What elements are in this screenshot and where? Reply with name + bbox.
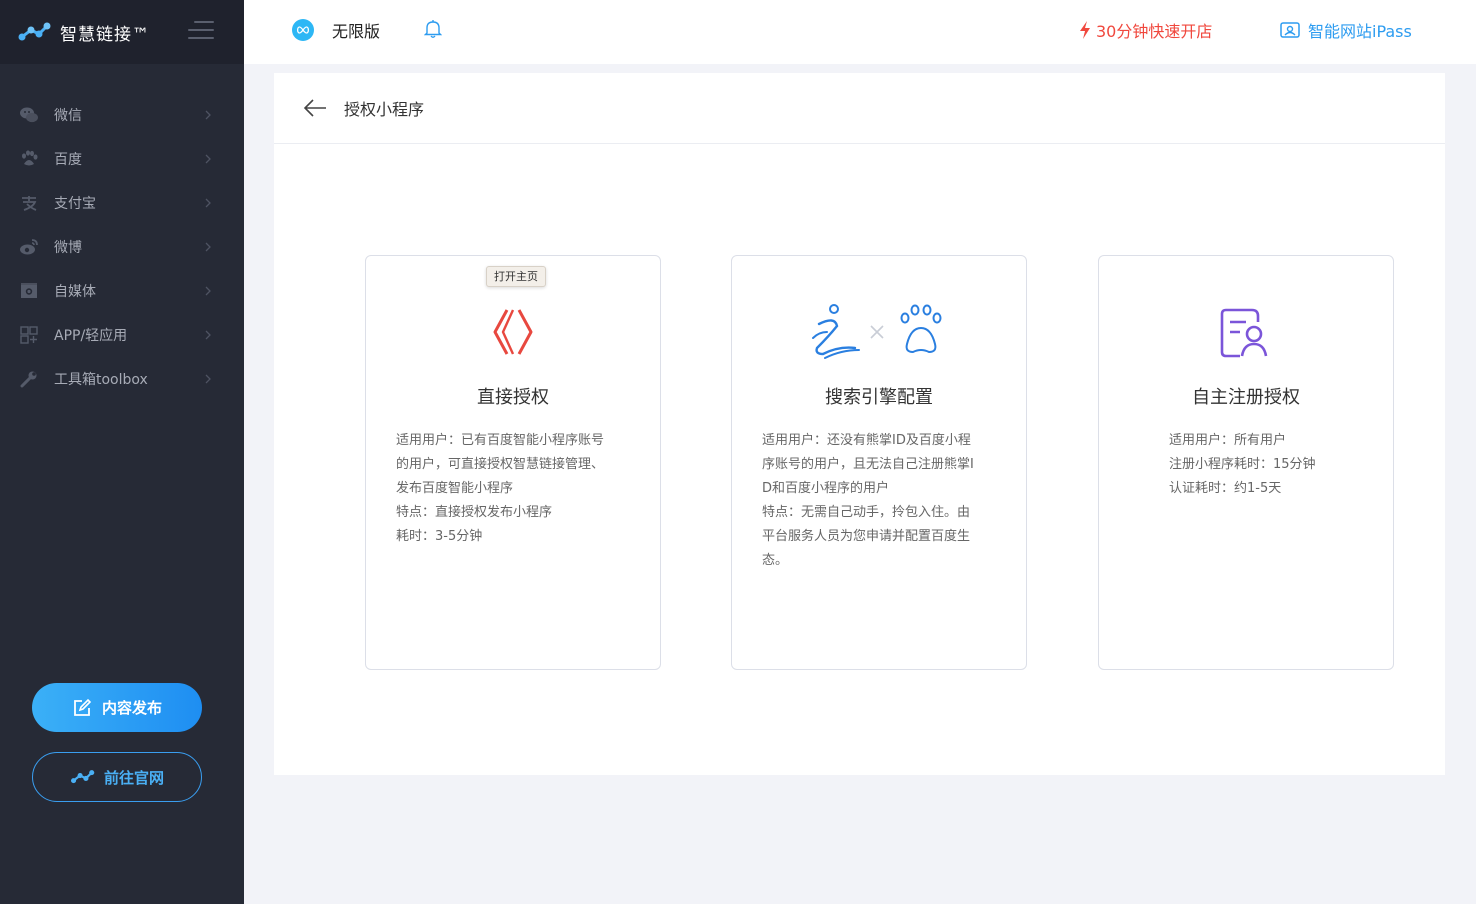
desc-line: 发布百度智能小程序 xyxy=(396,481,514,496)
desc-line: 适用用户：已有百度智能小程序账号 xyxy=(396,433,605,448)
fast-open-shop-link[interactable]: 30分钟快速开店 xyxy=(1078,18,1212,42)
chevron-right-icon xyxy=(205,374,211,384)
desc-line: 序账号的用户，且无法自己注册熊掌I xyxy=(762,457,974,472)
sidebar-item-wechat[interactable]: 微信 xyxy=(0,93,244,137)
bell-icon[interactable] xyxy=(424,19,442,39)
fast-open-label: 30分钟快速开店 xyxy=(1096,22,1213,41)
logo-icon xyxy=(18,22,51,41)
card-title: 搜索引擎配置 xyxy=(825,387,933,408)
card-description: 适用用户：所有用户 注册小程序耗时：15分钟 认证耗时：约1-5天 xyxy=(1169,429,1405,501)
card-search-engine-config[interactable]: 搜索引擎配置 适用用户：还没有熊掌ID及百度小程 序账号的用户，且无法自己注册熊… xyxy=(731,255,1027,670)
desc-line: 适用用户：所有用户 xyxy=(1169,433,1287,448)
ipass-link[interactable]: 智能网站iPass xyxy=(1280,18,1412,42)
sidebar-item-weibo[interactable]: 微博 xyxy=(0,225,244,269)
sidebar-item-label: 支付宝 xyxy=(54,196,96,212)
sidebar-item-label: 微信 xyxy=(54,108,82,124)
card-direct-authorize[interactable]: 打开主页 直接授权 适用用户：已有百度智能小程序账号 的用户，可直接授权智慧链接… xyxy=(365,255,661,670)
sidebar: 智慧链接™ 微信 百度 支付宝 微博 自媒体 APP/轻应用 工具箱toolbo… xyxy=(0,0,244,904)
logo-icon xyxy=(70,770,95,784)
desc-line: 认证耗时：约1-5天 xyxy=(1169,481,1282,496)
desc-line: 耗时：3-5分钟 xyxy=(396,529,483,544)
desc-line: 的用户，可直接授权智慧链接管理、 xyxy=(396,457,605,472)
chevron-right-icon xyxy=(205,154,211,164)
card-description: 适用用户：还没有熊掌ID及百度小程 序账号的用户，且无法自己注册熊掌I D和百度… xyxy=(762,429,998,573)
user-form-icon xyxy=(1099,302,1393,362)
wechat-icon xyxy=(18,104,40,126)
desc-line: D和百度小程序的用户 xyxy=(762,481,890,496)
bear-paw-icon xyxy=(732,302,1026,362)
desc-line: 特点：直接授权发布小程序 xyxy=(396,505,553,520)
version-label: 无限版 xyxy=(332,22,381,41)
chevron-right-icon xyxy=(205,286,211,296)
infinity-icon xyxy=(292,19,314,41)
alipay-icon xyxy=(18,192,40,214)
chevron-right-icon xyxy=(205,330,211,340)
menu-toggle-icon[interactable] xyxy=(188,21,214,41)
desc-line: 适用用户：还没有熊掌ID及百度小程 xyxy=(762,433,971,448)
chevron-right-icon xyxy=(205,110,211,120)
panel-header: 授权小程序 xyxy=(274,73,1445,144)
publish-content-button[interactable]: 内容发布 xyxy=(32,683,202,732)
direct-authorize-icon xyxy=(366,302,660,362)
ipass-label: 智能网站iPass xyxy=(1308,22,1412,41)
version-indicator: 无限版 xyxy=(292,18,380,42)
official-site-button[interactable]: 前往官网 xyxy=(32,752,202,802)
desc-line: 特点：无需自己动手，拎包入住。由 xyxy=(762,505,971,520)
desc-line: 平台服务人员为您申请并配置百度生 xyxy=(762,529,971,544)
card-description: 适用用户：已有百度智能小程序账号 的用户，可直接授权智慧链接管理、 发布百度智能… xyxy=(396,429,632,549)
chevron-right-icon xyxy=(205,198,211,208)
sidebar-item-label: 工具箱toolbox xyxy=(54,372,148,388)
main-panel: 授权小程序 打开主页 直接授权 适用用户：已有百度智能小程序账号 的用户，可直接… xyxy=(274,73,1445,775)
page-title: 授权小程序 xyxy=(344,100,425,119)
card-title: 自主注册授权 xyxy=(1192,387,1300,408)
sidebar-item-label: 自媒体 xyxy=(54,284,96,300)
desc-line: 注册小程序耗时：15分钟 xyxy=(1169,457,1316,472)
sidebar-item-alipay[interactable]: 支付宝 xyxy=(0,181,244,225)
sidebar-item-app[interactable]: APP/轻应用 xyxy=(0,313,244,357)
app-grid-icon xyxy=(18,324,40,346)
sidebar-header: 智慧链接™ xyxy=(0,0,244,64)
sidebar-item-label: APP/轻应用 xyxy=(54,328,128,344)
open-homepage-tooltip: 打开主页 xyxy=(486,266,546,287)
chevron-right-icon xyxy=(205,242,211,252)
top-bar: 无限版 30分钟快速开店 智能网站iPass xyxy=(244,0,1476,64)
weibo-icon xyxy=(18,236,40,258)
sidebar-item-media[interactable]: 自媒体 xyxy=(0,269,244,313)
sidebar-nav: 微信 百度 支付宝 微博 自媒体 APP/轻应用 工具箱toolbox xyxy=(0,93,244,401)
card-title: 直接授权 xyxy=(477,387,549,408)
profile-card-icon xyxy=(1280,22,1300,38)
card-self-register-authorize[interactable]: 自主注册授权 适用用户：所有用户 注册小程序耗时：15分钟 认证耗时：约1-5天 xyxy=(1098,255,1394,670)
brand-name: 智慧链接™ xyxy=(60,24,150,45)
lightning-icon xyxy=(1080,21,1090,39)
official-site-label: 前往官网 xyxy=(103,768,164,787)
sidebar-item-toolbox[interactable]: 工具箱toolbox xyxy=(0,357,244,401)
wrench-icon xyxy=(18,368,40,390)
paw-icon xyxy=(18,148,40,170)
sidebar-item-label: 微博 xyxy=(54,240,82,256)
media-icon xyxy=(18,280,40,302)
sidebar-item-baidu[interactable]: 百度 xyxy=(0,137,244,181)
desc-line: 态。 xyxy=(762,553,789,568)
edit-icon xyxy=(74,698,92,716)
sidebar-item-label: 百度 xyxy=(54,152,82,168)
publish-label: 内容发布 xyxy=(101,699,162,717)
back-arrow-icon[interactable] xyxy=(302,98,328,118)
